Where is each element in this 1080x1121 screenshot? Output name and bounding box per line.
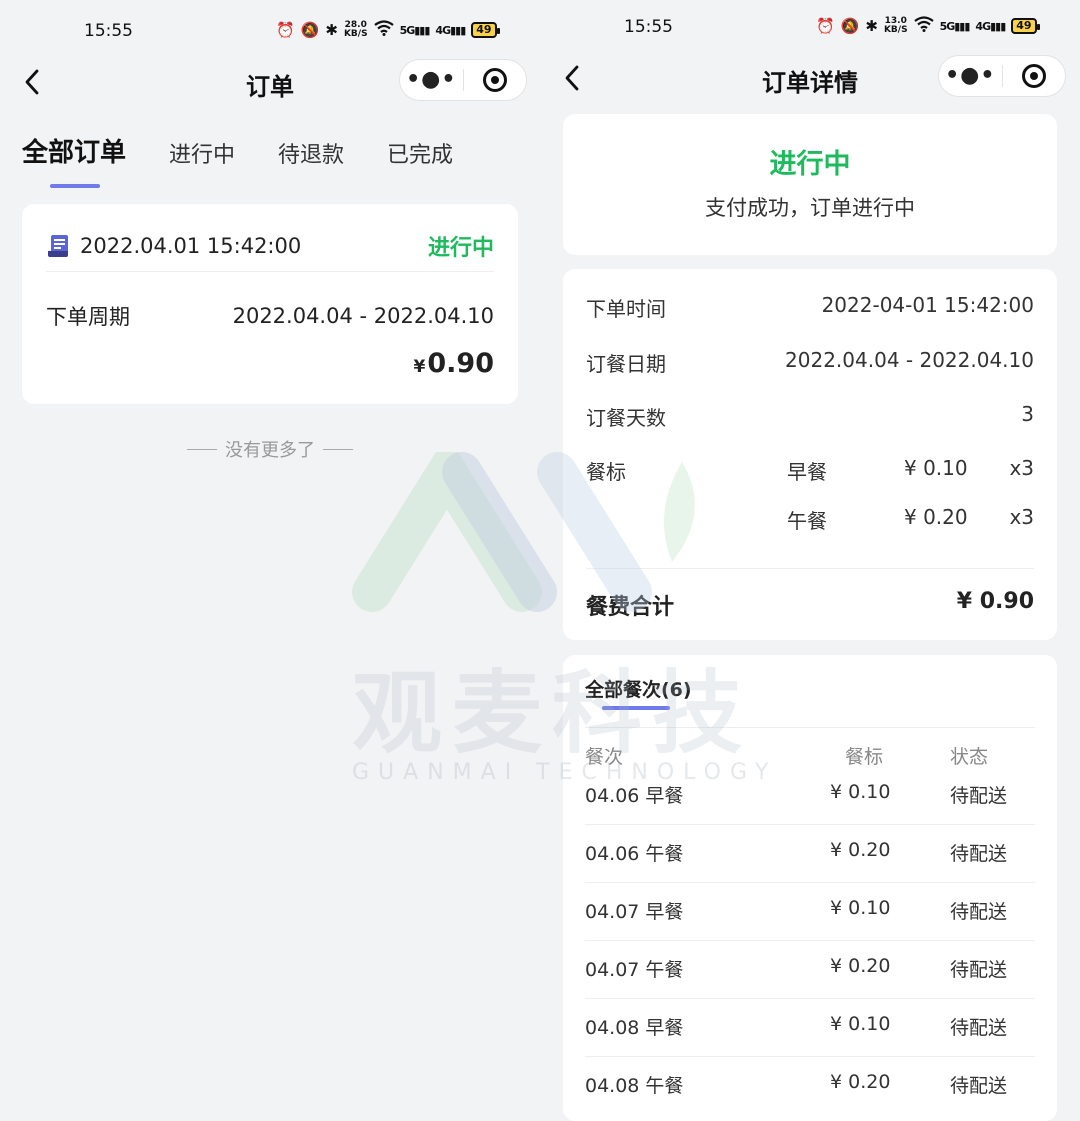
meal-list-card: 全部餐次(6) 餐次 餐标 状态 04.06 早餐 ¥ 0.10 待配送 04.… <box>563 655 1057 1121</box>
active-tab-indicator <box>50 184 100 188</box>
order-status-subtitle: 支付成功，订单进行中 <box>705 196 915 220</box>
alarm-icon: ⏰ <box>816 17 835 35</box>
order-card-header: 2022.04.01 15:42:00 进行中 <box>46 220 494 272</box>
page-title: 订单 <box>246 73 294 101</box>
meal-quantity: x3 <box>1009 456 1034 480</box>
status-icons: ⏰ 🔕 ✱ 13.0 KB/S 5G▮▮▮ 4G▮▮▮ 49 <box>816 16 1040 36</box>
signal-4g-icon: 4G▮▮▮ <box>975 19 1006 33</box>
table-row: 04.07 午餐 ¥ 0.20 待配送 <box>585 941 1035 999</box>
order-days-row: 订餐天数 3 <box>586 402 1034 431</box>
order-detail-screen: 15:55 ⏰ 🔕 ✱ 13.0 KB/S 5G▮▮▮ 4G▮▮▮ 49 订单详情… <box>540 0 1080 1121</box>
more-dots-icon: •●• <box>406 67 457 92</box>
order-list-screen: 15:55 ⏰ 🔕 ✱ 28.0 KB/S 5G▮▮▮ 4G▮▮▮ 49 订单 •… <box>0 0 540 1121</box>
mini-program-capsule: •●• <box>938 55 1066 97</box>
meal-name: 午餐 <box>787 509 827 533</box>
tab-pending-refund[interactable]: 待退款 <box>278 137 344 169</box>
more-dots-icon: •●• <box>945 63 996 88</box>
more-button[interactable]: •●• <box>400 60 463 100</box>
close-mini-program-button[interactable] <box>464 60 527 100</box>
mute-icon: 🔕 <box>300 21 320 39</box>
status-icons: ⏰ 🔕 ✱ 28.0 KB/S 5G▮▮▮ 4G▮▮▮ 49 <box>276 20 500 40</box>
order-card[interactable]: 2022.04.01 15:42:00 进行中 下单周期 2022.04.04 … <box>22 204 518 404</box>
meal-price: ¥ 0.10 <box>904 456 968 480</box>
tab-in-progress[interactable]: 进行中 <box>169 137 235 169</box>
network-speed: 28.0 KB/S <box>343 20 368 39</box>
order-detail-card: 下单时间 2022-04-01 15:42:00 订餐日期 2022.04.04… <box>563 269 1057 640</box>
mini-program-capsule: •●• <box>399 59 527 101</box>
meal-standard-row: 餐标 早餐 ¥ 0.10 x3 <box>586 456 1034 484</box>
close-mini-program-button[interactable] <box>1003 56 1066 96</box>
wifi-icon <box>373 20 394 40</box>
order-status-title: 进行中 <box>769 149 851 180</box>
order-status-badge: 进行中 <box>427 235 494 261</box>
signal-5g-icon: 5G▮▮▮ <box>399 23 431 37</box>
currency-symbol: ¥ <box>413 357 426 377</box>
order-date-value: 2022.04.04 - 2022.04.10 <box>785 348 1034 372</box>
battery-icon: 49 <box>1011 18 1040 34</box>
total-row: 餐费合计 ¥ 0.90 <box>586 589 1034 621</box>
bluetooth-icon: ✱ <box>325 21 338 39</box>
active-tab-indicator <box>602 706 670 710</box>
back-button[interactable] <box>12 62 52 102</box>
header-price: 餐标 <box>845 746 884 768</box>
status-time: 15:55 <box>624 17 673 37</box>
back-arrow-icon <box>25 69 39 95</box>
order-time-value: 2022-04-01 15:42:00 <box>821 293 1034 317</box>
order-amount-value: 0.90 <box>427 348 494 379</box>
bluetooth-icon: ✱ <box>865 17 878 35</box>
order-status-card: 进行中 支付成功，订单进行中 <box>563 114 1057 255</box>
order-amount: ¥0.90 <box>414 348 494 379</box>
total-value: ¥ 0.90 <box>956 589 1034 614</box>
meal-standard-label: 餐标 <box>586 460 626 484</box>
order-period-label: 下单周期 <box>46 305 130 329</box>
order-days-value: 3 <box>1021 402 1034 426</box>
order-days-label: 订餐天数 <box>586 406 666 430</box>
header-status: 状态 <box>950 746 989 768</box>
meal-standard-row: 午餐 ¥ 0.20 x3 <box>586 505 1034 533</box>
meal-name: 早餐 <box>787 460 827 484</box>
signal-4g-icon: 4G▮▮▮ <box>435 23 466 37</box>
tab-all-orders[interactable]: 全部订单 <box>22 132 126 169</box>
back-button[interactable] <box>552 58 592 98</box>
order-period-row: 下单周期 2022.04.04 - 2022.04.10 <box>46 301 494 331</box>
order-date-label: 订餐日期 <box>586 352 666 376</box>
header-meal: 餐次 <box>585 746 624 768</box>
tab-completed[interactable]: 已完成 <box>387 137 453 169</box>
order-time: 2022.04.01 15:42:00 <box>80 233 302 258</box>
back-arrow-icon <box>565 65 579 91</box>
order-date-row: 订餐日期 2022.04.04 - 2022.04.10 <box>586 348 1034 377</box>
meal-price: ¥ 0.20 <box>904 505 968 529</box>
table-row: 04.08 午餐 ¥ 0.20 待配送 <box>585 1071 1008 1097</box>
table-row: 04.08 早餐 ¥ 0.10 待配送 <box>585 999 1035 1057</box>
meal-quantity: x3 <box>1009 505 1034 529</box>
table-row: 04.06 早餐 ¥ 0.10 待配送 <box>585 767 1035 825</box>
ticket-icon <box>48 234 68 257</box>
order-tabs: 全部订单 进行中 待退款 已完成 <box>22 132 496 169</box>
order-time-row: 下单时间 2022-04-01 15:42:00 <box>586 293 1034 322</box>
target-icon <box>1021 64 1046 88</box>
table-row: 04.06 午餐 ¥ 0.20 待配送 <box>585 825 1035 883</box>
wifi-icon <box>913 16 934 36</box>
alarm-icon: ⏰ <box>276 21 295 39</box>
order-period-value: 2022.04.04 - 2022.04.10 <box>232 304 494 328</box>
total-label: 餐费合计 <box>586 595 675 620</box>
tab-all-meals[interactable]: 全部餐次(6) <box>585 675 692 702</box>
network-speed: 13.0 KB/S <box>883 16 908 35</box>
no-more-hint: 没有更多了 <box>0 436 540 462</box>
target-icon <box>482 68 507 92</box>
order-time-label: 下单时间 <box>586 297 666 321</box>
status-time: 15:55 <box>84 21 133 41</box>
more-button[interactable]: •●• <box>939 56 1002 96</box>
nav-bar: 订单 •●• <box>0 54 540 110</box>
status-bar: 15:55 ⏰ 🔕 ✱ 28.0 KB/S 5G▮▮▮ 4G▮▮▮ 49 <box>0 0 540 60</box>
mute-icon: 🔕 <box>840 17 860 35</box>
page-title: 订单详情 <box>762 69 858 97</box>
battery-icon: 49 <box>471 22 500 38</box>
table-row: 04.07 早餐 ¥ 0.10 待配送 <box>585 883 1035 941</box>
divider <box>586 568 1034 569</box>
signal-5g-icon: 5G▮▮▮ <box>939 19 971 33</box>
nav-bar: 订单详情 •●• <box>540 50 1080 106</box>
